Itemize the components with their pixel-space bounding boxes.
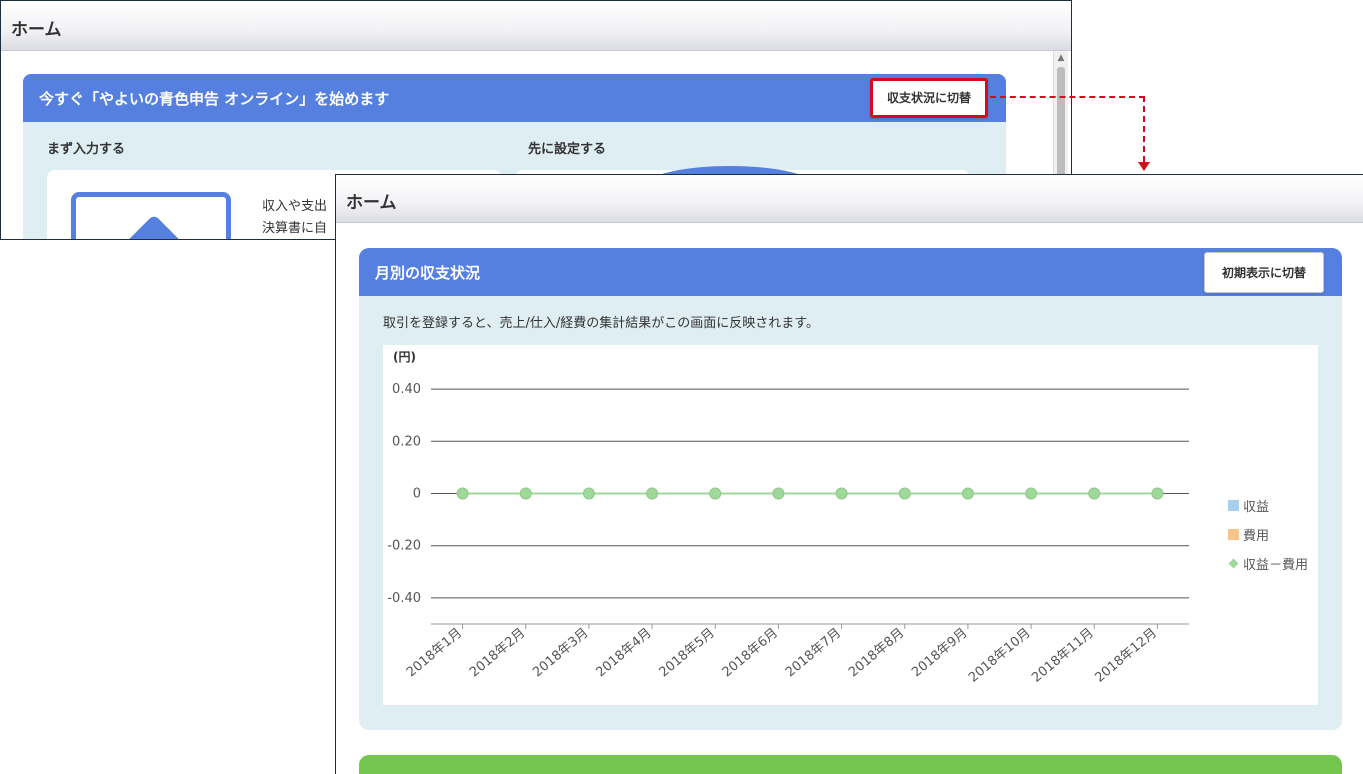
- input-first-heading: まず入力する: [47, 142, 126, 157]
- card-header: 今すぐ「やよいの青色申告 オンライン」を始めます 収支状況に切替: [23, 74, 1006, 122]
- data-point: [1151, 487, 1164, 500]
- front-window: ホーム 月別の収支状況 初期表示に切替 取引を登録すると、売上/仕入/経費の集計…: [335, 174, 1363, 774]
- x-tick-label: 2018年12月: [1092, 626, 1160, 686]
- x-tick-label: 2018年2月: [467, 626, 528, 681]
- y-tick-label: 0.40: [392, 382, 421, 397]
- data-point: [898, 487, 911, 500]
- input-icon: [71, 192, 231, 239]
- input-description-line2: 決算書に自: [262, 221, 328, 236]
- input-description-line1: 収入や支出: [262, 199, 328, 214]
- arrow-down-icon: [1138, 162, 1150, 171]
- connector-line-vertical: [1143, 96, 1145, 162]
- settings-first-heading: 先に設定する: [528, 142, 607, 157]
- x-tick-label: 2018年5月: [657, 626, 718, 681]
- data-point: [582, 487, 595, 500]
- x-tick-label: 2018年3月: [530, 626, 591, 681]
- data-point: [835, 487, 848, 500]
- switch-to-balance-button[interactable]: 収支状況に切替: [870, 78, 988, 118]
- x-tick-label: 2018年10月: [966, 626, 1034, 686]
- legend-marker: [1228, 500, 1239, 511]
- data-point: [1088, 487, 1101, 500]
- y-axis-unit: (円): [393, 350, 416, 364]
- legend-label: 収益－費用: [1243, 558, 1308, 573]
- y-tick-label: -0.40: [387, 591, 421, 606]
- data-point: [772, 487, 785, 500]
- y-tick-label: 0.20: [392, 434, 421, 449]
- legend-marker: [1228, 558, 1239, 569]
- monthly-balance-chart: 0.40 0.20 0 -0.20 -0.40 2018年1月 2018年2月 2018年3月…: [387, 350, 1308, 686]
- next-section-card: [359, 755, 1342, 774]
- switch-to-default-button[interactable]: 初期表示に切替: [1204, 252, 1324, 293]
- monthly-balance-card: 月別の収支状況 初期表示に切替 取引を登録すると、売上/仕入/経費の集計結果がこ…: [359, 248, 1342, 730]
- pencil-icon: [117, 214, 191, 239]
- connector-line: [990, 96, 1145, 98]
- card-title: 月別の収支状況: [375, 264, 481, 282]
- x-tick-label: 2018年7月: [783, 626, 844, 681]
- data-point: [709, 487, 722, 500]
- scroll-up-icon[interactable]: ▲: [1054, 53, 1068, 63]
- front-window-title: ホーム: [336, 175, 1363, 223]
- x-tick-label: 2018年11月: [1029, 626, 1097, 686]
- y-tick-label: -0.20: [387, 539, 421, 554]
- data-point: [519, 487, 532, 500]
- x-tick-label: 2018年1月: [404, 626, 465, 681]
- x-tick-label: 2018年8月: [846, 626, 907, 681]
- card-header: 月別の収支状況 初期表示に切替: [359, 248, 1342, 296]
- chart-area: 0.40 0.20 0 -0.20 -0.40 2018年1月 2018年2月 2018年3月…: [383, 345, 1318, 705]
- data-point: [961, 487, 974, 500]
- data-point: [1025, 487, 1038, 500]
- chart-description: 取引を登録すると、売上/仕入/経費の集計結果がこの画面に反映されます。: [383, 316, 819, 331]
- data-point: [456, 487, 469, 500]
- x-tick-label: 2018年4月: [593, 626, 654, 681]
- legend-marker: [1228, 529, 1239, 540]
- x-tick-label: 2018年9月: [909, 626, 970, 681]
- legend-label: 費用: [1243, 529, 1269, 544]
- data-point: [646, 487, 659, 500]
- x-tick-label: 2018年6月: [720, 626, 781, 681]
- card-title: 今すぐ「やよいの青色申告 オンライン」を始めます: [39, 90, 390, 108]
- y-tick-label: 0: [413, 487, 421, 502]
- back-window-title: ホーム: [1, 1, 1071, 51]
- legend-label: 収益: [1243, 500, 1269, 515]
